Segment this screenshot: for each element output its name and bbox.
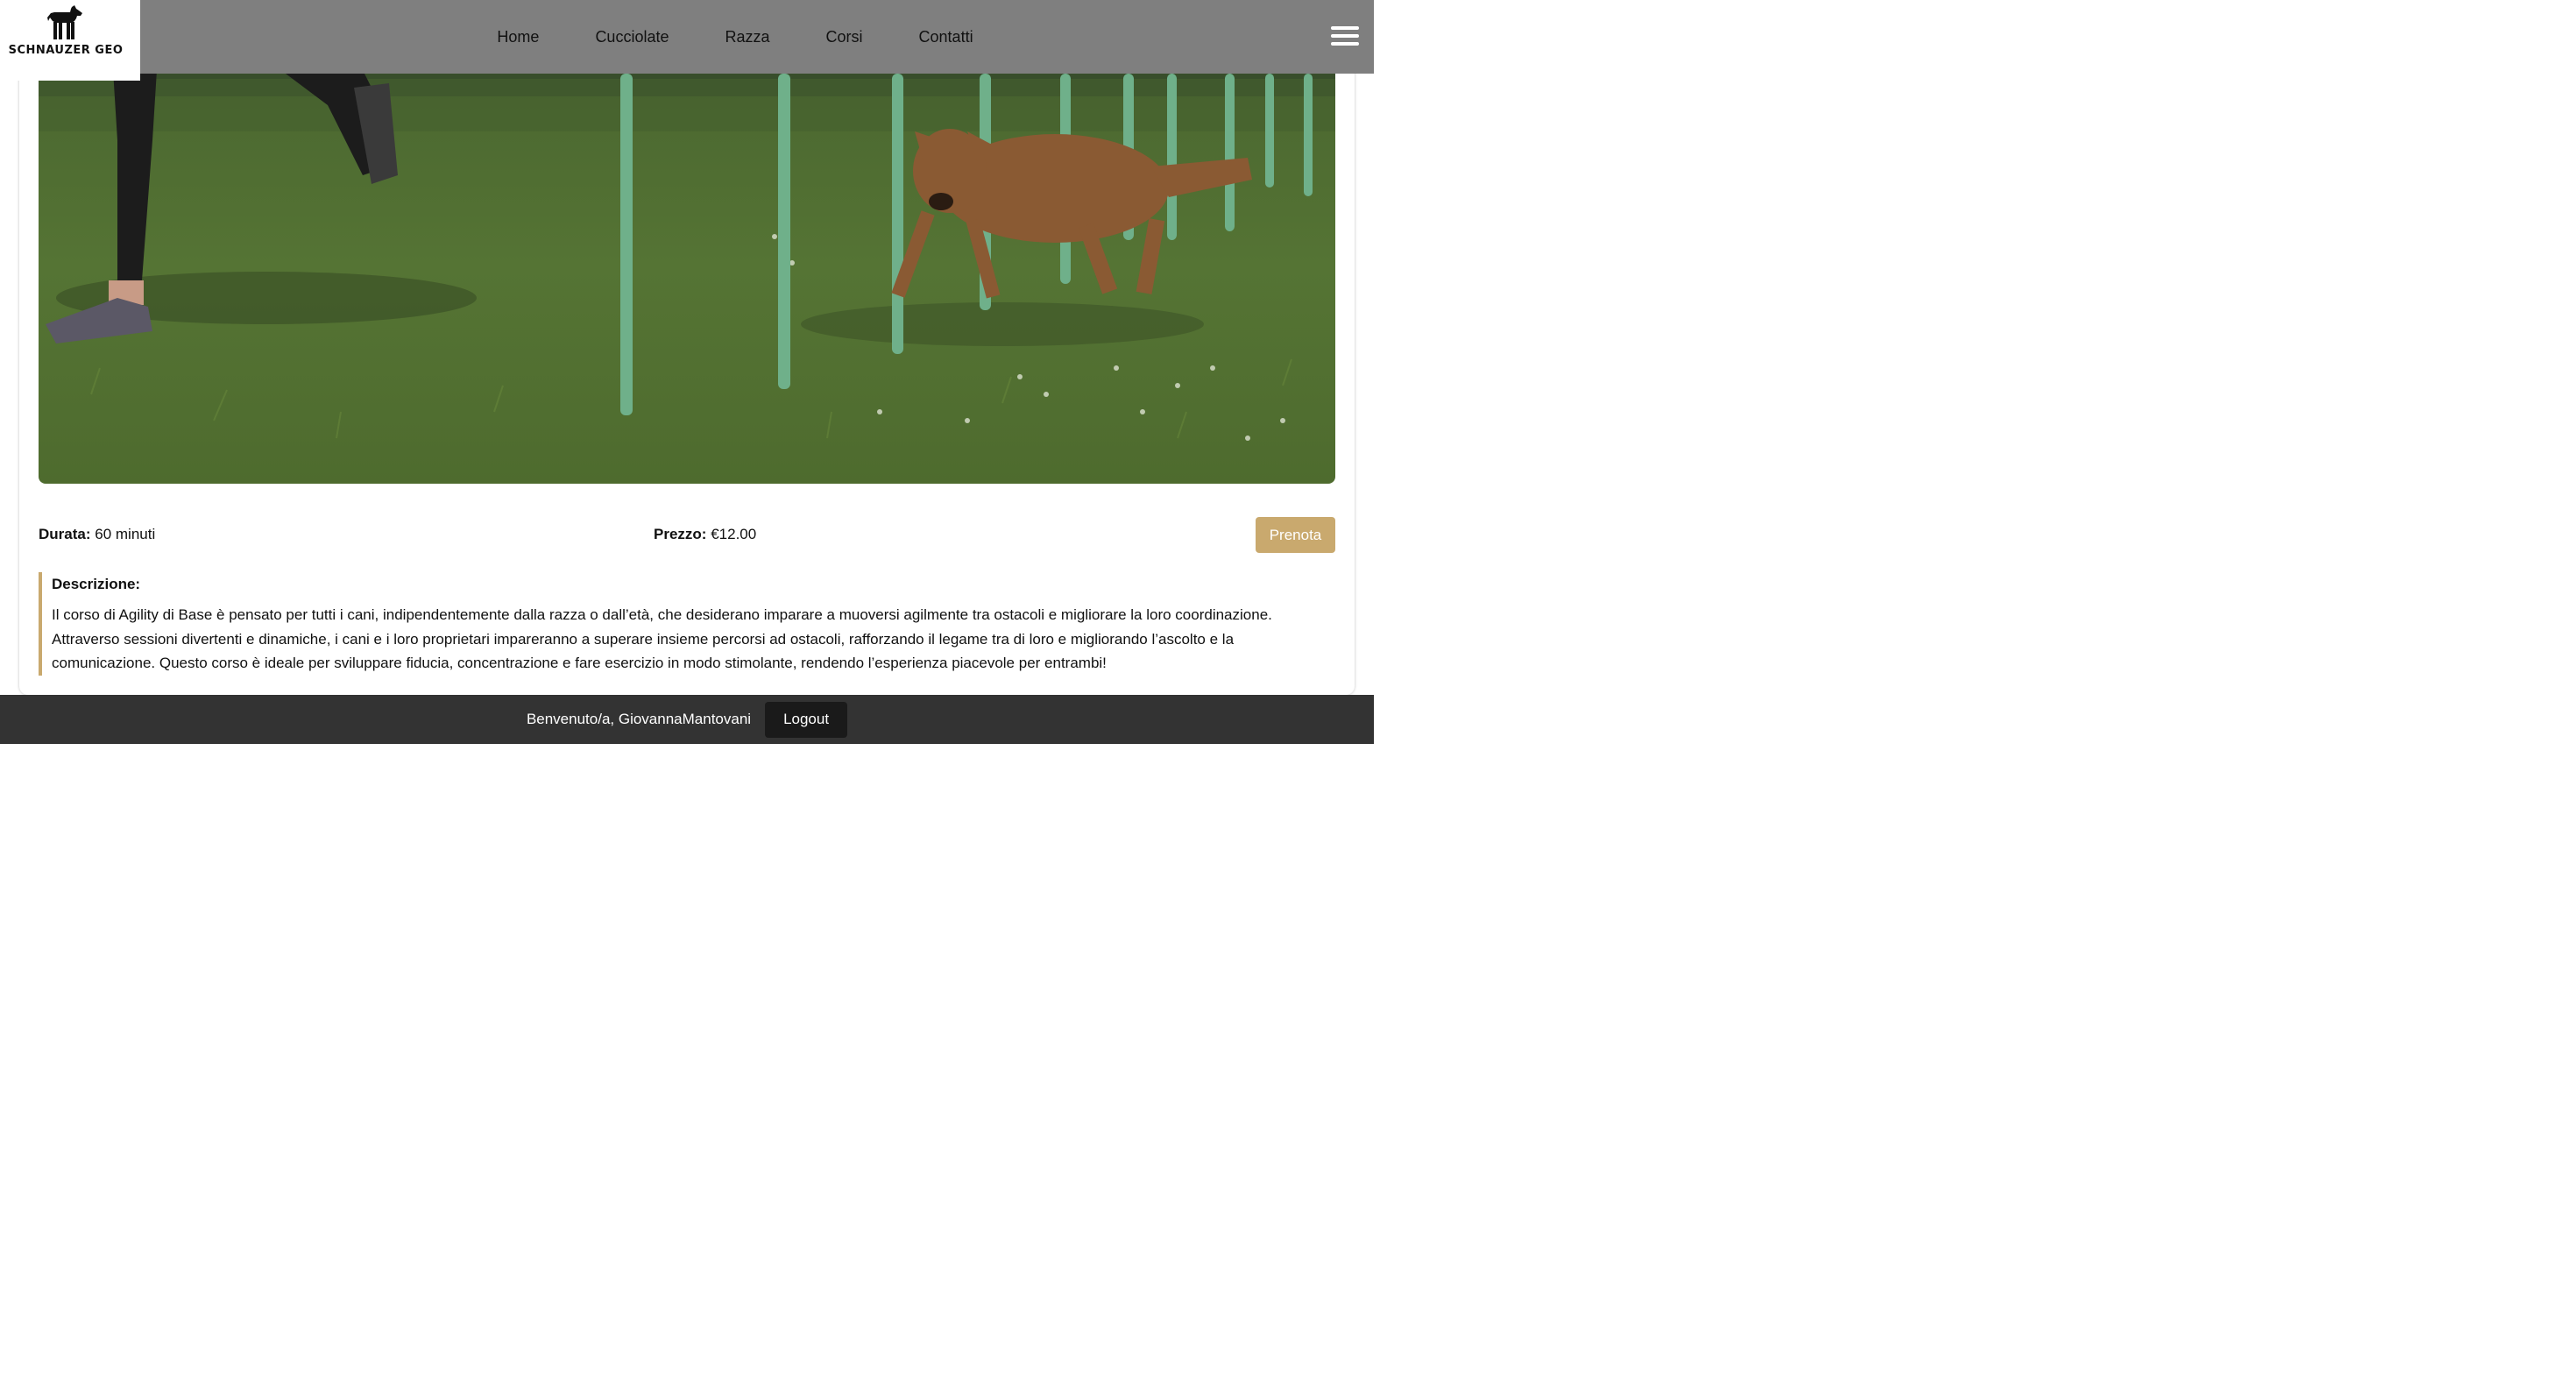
welcome-message: Benvenuto/a, GiovannaMantovani xyxy=(526,711,752,727)
logo-text: SCHNAUZER GEO xyxy=(8,44,124,57)
footer-bar: Benvenuto/a, GiovannaMantovani Logout xyxy=(0,695,1374,744)
nav-item-razza[interactable]: Razza xyxy=(725,28,769,46)
duration-label: Durata: xyxy=(39,526,91,542)
main-nav: Home Cucciolate Razza Corsi Contatti xyxy=(0,0,1374,74)
book-button[interactable]: Prenota xyxy=(1256,517,1335,553)
logout-button[interactable]: Logout xyxy=(765,701,848,738)
nav-item-cucciolate[interactable]: Cucciolate xyxy=(595,28,669,46)
price-info: Prezzo: €12.00 xyxy=(654,526,756,543)
description-text: Il corso di Agility di Base è pensato pe… xyxy=(52,606,1272,671)
duration-value: 60 minuti xyxy=(95,526,156,542)
duration-info: Durata: 60 minuti xyxy=(39,526,155,543)
description-block: Descrizione: Il corso di Agility di Base… xyxy=(39,572,1300,676)
description-title: Descrizione: xyxy=(52,576,141,592)
hamburger-icon[interactable] xyxy=(1331,26,1359,46)
schnauzer-dog-icon xyxy=(47,5,82,39)
price-value: €12.00 xyxy=(711,526,757,542)
top-header: Home Cucciolate Razza Corsi Contatti xyxy=(0,0,1374,74)
price-label: Prezzo: xyxy=(654,526,707,542)
site-logo[interactable]: SCHNAUZER GEO xyxy=(0,0,140,81)
nav-item-corsi[interactable]: Corsi xyxy=(826,28,863,46)
nav-item-contatti[interactable]: Contatti xyxy=(919,28,973,46)
nav-item-home[interactable]: Home xyxy=(497,28,539,46)
